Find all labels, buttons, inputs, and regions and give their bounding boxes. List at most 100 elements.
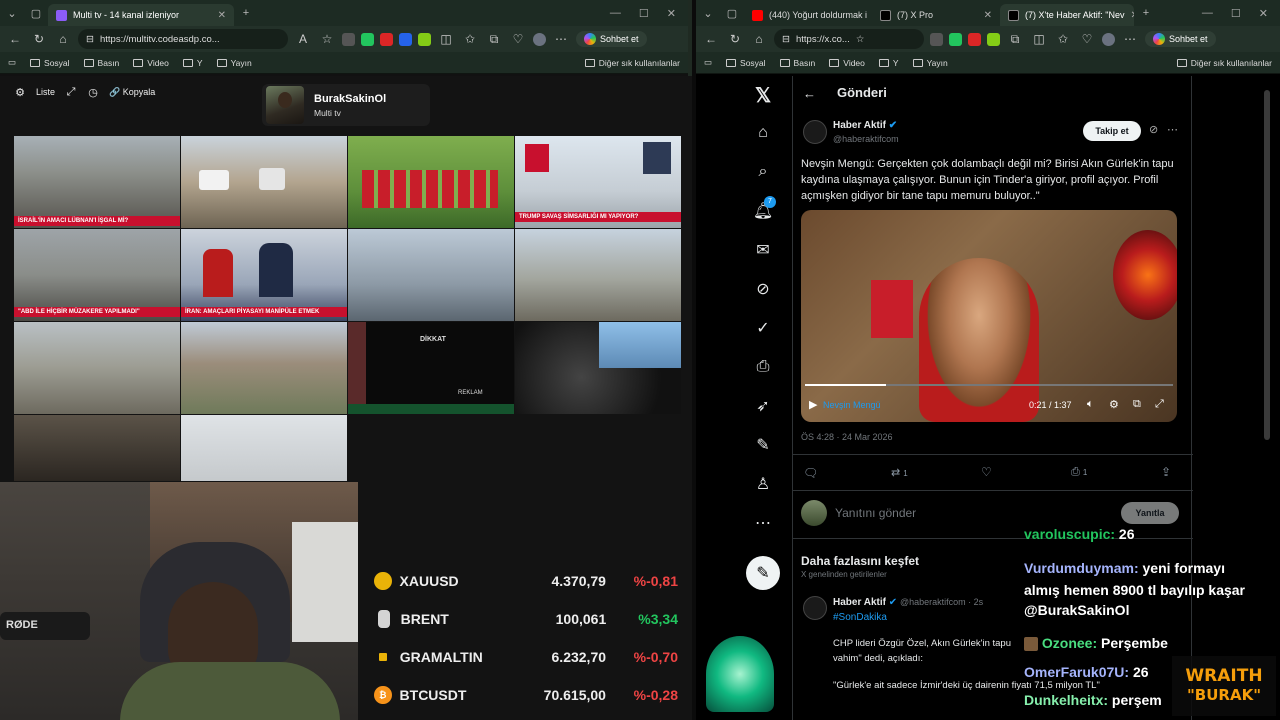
close-window-icon[interactable]: ✕ (667, 7, 676, 20)
extension-icon[interactable] (361, 32, 374, 46)
close-icon[interactable]: ✕ (218, 10, 226, 21)
video-source-label[interactable]: Nevşin Mengü (823, 400, 881, 410)
profile-avatar[interactable] (533, 32, 546, 46)
extension-icon[interactable] (968, 32, 981, 46)
close-window-icon[interactable]: ✕ (1259, 7, 1268, 20)
more-icon[interactable]: ⋯ (752, 512, 774, 534)
tv-channel-8[interactable] (515, 229, 681, 321)
verified-icon[interactable]: ✓ (752, 317, 774, 339)
favorites-icon[interactable]: ✩ (1054, 32, 1072, 46)
bookmarks-toggle-icon[interactable]: ▭ (704, 57, 712, 68)
extension-icon[interactable] (930, 32, 943, 46)
url-field[interactable]: ⊟ https://multitv.codeasdp.co... (78, 29, 288, 49)
retweet-button[interactable]: ⇄ 1 (891, 466, 908, 479)
video-progress-track[interactable] (805, 384, 1173, 386)
tv-channel-11[interactable]: DİKKAT REKLAM (348, 322, 514, 414)
list-button[interactable]: Liste (36, 87, 55, 97)
bookmark-folder[interactable]: Video (829, 58, 865, 68)
pip-icon[interactable]: ⧉ (1133, 398, 1141, 411)
compose-post-button[interactable]: ✎ (746, 556, 780, 590)
new-tab-icon[interactable]: + (1134, 1, 1158, 25)
streamer-profile-card[interactable]: BurakSakinOl Multi tv (262, 84, 430, 126)
tv-channel-3[interactable] (348, 136, 514, 228)
favorites-icon[interactable]: ✩ (461, 32, 479, 46)
collections-icon[interactable]: ⧉ (1006, 32, 1024, 47)
share-icon[interactable]: ⇪ (1161, 465, 1171, 479)
bookmark-folder[interactable]: Y (878, 58, 899, 68)
settings-icon[interactable]: ⚙ (14, 86, 26, 99)
reply-button[interactable]: Yanıtla (1121, 502, 1179, 524)
more-options-icon[interactable]: ⋯ (1167, 123, 1178, 136)
tv-channel-12[interactable] (515, 322, 681, 414)
bookmark-folder[interactable]: Yayın (216, 58, 252, 68)
bookmarks-icon[interactable]: ⎙ (752, 356, 774, 378)
timer-icon[interactable]: ◷ (87, 86, 99, 99)
other-bookmarks[interactable]: Diğer sık kullanılanlar (1176, 58, 1272, 68)
new-tab-icon[interactable]: + (234, 1, 258, 25)
tv-channel-14[interactable] (181, 415, 347, 481)
site-info-icon[interactable]: ⊟ (782, 34, 790, 45)
tab-x-post[interactable]: (7) X'te Haber Aktif: "Nev ✕ (1000, 4, 1134, 26)
bookmark-folder[interactable]: Video (133, 58, 169, 68)
bookmark-folder[interactable]: Yayın (912, 58, 948, 68)
workspaces-icon[interactable]: ▢ (24, 1, 48, 25)
bookmark-folder[interactable]: Sosyal (30, 58, 70, 68)
minimize-icon[interactable]: — (1202, 7, 1213, 20)
home-icon[interactable]: ⌂ (752, 122, 774, 144)
extension-icon[interactable] (342, 32, 355, 46)
bookmark-folder[interactable]: Y (182, 58, 203, 68)
back-arrow-icon[interactable]: ← (803, 86, 816, 101)
x-logo-icon[interactable]: 𝕏 (752, 84, 774, 107)
other-bookmarks[interactable]: Diğer sık kullanılanlar (584, 58, 680, 68)
maximize-icon[interactable]: ☐ (639, 7, 649, 20)
tv-channel-1[interactable]: İSRAİL'İN AMACI LÜBNAN'I İŞGAL Mİ? (14, 136, 180, 228)
extension-icon[interactable] (987, 32, 1000, 46)
back-icon[interactable]: ← (6, 32, 24, 46)
site-info-icon[interactable]: ⊟ (86, 34, 94, 45)
search-icon[interactable]: ⌕ (752, 161, 774, 183)
more-icon[interactable]: ⋯ (1121, 32, 1139, 46)
maximize-icon[interactable]: ☐ (1231, 7, 1241, 20)
favorite-star-icon[interactable]: ☆ (318, 32, 336, 46)
tv-channel-13[interactable] (14, 415, 180, 481)
back-icon[interactable]: ← (702, 32, 720, 46)
bookmark-folder[interactable]: Basın (83, 58, 119, 68)
home-icon[interactable]: ⌂ (750, 32, 768, 46)
scrollbar[interactable] (1264, 90, 1270, 440)
profile-avatar[interactable] (1102, 32, 1115, 46)
profile-icon[interactable]: ♙ (752, 473, 774, 495)
tab-multitv[interactable]: Multi tv - 14 kanal izleniyor ✕ (48, 4, 234, 26)
minimize-icon[interactable]: — (610, 7, 621, 20)
fullscreen-icon[interactable]: ⤢ (1155, 398, 1164, 411)
grok-icon[interactable]: ⊘ (752, 278, 774, 300)
tv-channel-4[interactable]: TRUMP SAVAŞ SİMSARLIĞI MI YAPIYOR? (515, 136, 681, 228)
split-screen-icon[interactable]: ◫ (1030, 32, 1048, 46)
url-field[interactable]: ⊟ https://x.co... ☆ (774, 29, 924, 49)
tab-menu-icon[interactable]: ⌄ (696, 1, 720, 25)
author-name[interactable]: Haber Aktif (833, 597, 886, 608)
extension-icon[interactable] (380, 32, 393, 46)
home-icon[interactable]: ⌂ (54, 32, 72, 46)
avatar[interactable] (803, 120, 827, 144)
more-icon[interactable]: ⋯ (552, 32, 570, 46)
tv-channel-6[interactable]: İRAN: AMAÇLARI PİYASAYI MANİPÜLE ETMEK (181, 229, 347, 321)
tv-channel-2[interactable] (181, 136, 347, 228)
split-screen-icon[interactable]: ◫ (437, 32, 455, 46)
hashtag-link[interactable]: #SonDakika (833, 612, 887, 623)
grok-explain-icon[interactable]: ⊘ (1149, 123, 1158, 136)
like-icon[interactable]: ♡ (981, 465, 992, 479)
refresh-icon[interactable]: ↻ (726, 32, 744, 46)
avatar[interactable] (803, 596, 827, 620)
extension-icon[interactable] (418, 32, 431, 46)
articles-icon[interactable]: ✎ (752, 434, 774, 456)
tab-youtube[interactable]: (440) Yoğurt doldurmak i (744, 4, 872, 26)
copilot-chat-button[interactable]: Sohbet et (576, 31, 647, 47)
favorite-star-icon[interactable]: ☆ (856, 34, 865, 45)
copilot-chat-button[interactable]: Sohbet et (1145, 31, 1216, 47)
bookmark-button[interactable]: ⎙ 1 (1071, 466, 1087, 479)
messages-icon[interactable]: ✉ (752, 239, 774, 261)
browser-essentials-icon[interactable]: ♡ (1078, 32, 1096, 46)
post-author[interactable]: Haber Aktif ✔ (833, 120, 897, 131)
notifications-icon[interactable]: 🔔︎ 7 (752, 196, 776, 222)
bookmarks-toggle-icon[interactable]: ▭ (8, 57, 16, 68)
